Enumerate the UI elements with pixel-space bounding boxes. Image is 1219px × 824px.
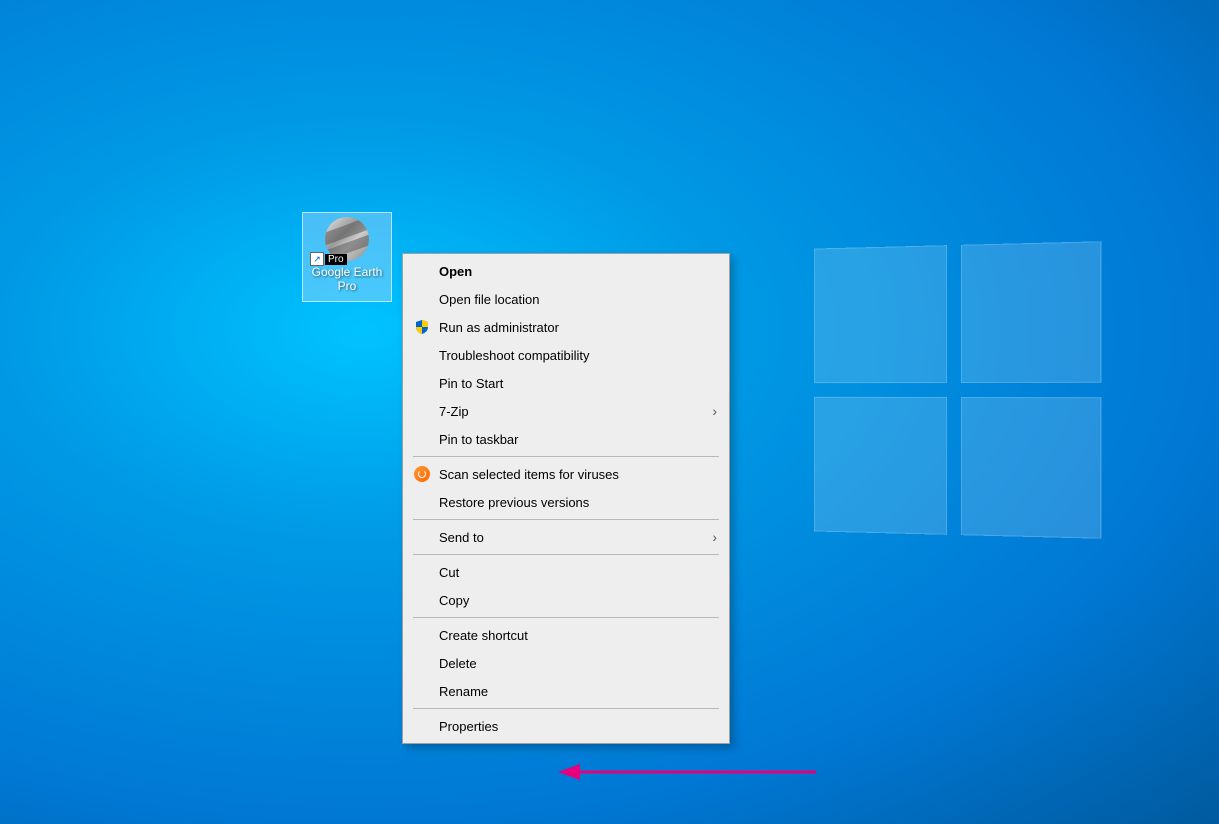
menu-item-label: Copy <box>439 593 469 608</box>
scan-icon <box>413 465 431 483</box>
context-menu: Open Open file location Run as administr… <box>402 253 730 744</box>
menu-item-pin-to-taskbar[interactable]: Pin to taskbar <box>405 425 727 453</box>
menu-item-run-as-administrator[interactable]: Run as administrator <box>405 313 727 341</box>
menu-item-label: Open <box>439 264 472 279</box>
menu-item-label: Pin to taskbar <box>439 432 519 447</box>
chevron-right-icon: › <box>712 529 717 545</box>
menu-item-label: Run as administrator <box>439 320 559 335</box>
menu-item-label: Cut <box>439 565 459 580</box>
menu-item-properties[interactable]: Properties <box>405 712 727 740</box>
menu-item-label: Open file location <box>439 292 539 307</box>
menu-item-delete[interactable]: Delete <box>405 649 727 677</box>
shortcut-arrow-icon: ↗ <box>310 252 324 266</box>
shield-icon <box>413 318 431 336</box>
menu-item-label: Rename <box>439 684 488 699</box>
menu-item-open-file-location[interactable]: Open file location <box>405 285 727 313</box>
menu-item-pin-to-start[interactable]: Pin to Start <box>405 369 727 397</box>
menu-separator <box>413 519 719 520</box>
menu-item-scan-viruses[interactable]: Scan selected items for viruses <box>405 460 727 488</box>
menu-item-label: Pin to Start <box>439 376 503 391</box>
menu-item-label: Create shortcut <box>439 628 528 643</box>
menu-item-label: Send to <box>439 530 484 545</box>
menu-item-rename[interactable]: Rename <box>405 677 727 705</box>
annotation-arrow <box>558 764 818 780</box>
menu-item-troubleshoot-compatibility[interactable]: Troubleshoot compatibility <box>405 341 727 369</box>
desktop-icon-label: Google Earth Pro <box>303 265 391 294</box>
menu-separator <box>413 708 719 709</box>
menu-item-create-shortcut[interactable]: Create shortcut <box>405 621 727 649</box>
menu-item-label: Troubleshoot compatibility <box>439 348 590 363</box>
menu-item-label: Properties <box>439 719 498 734</box>
menu-separator <box>413 456 719 457</box>
pro-badge: Pro <box>325 254 347 265</box>
menu-item-copy[interactable]: Copy <box>405 586 727 614</box>
menu-item-label: 7-Zip <box>439 404 469 419</box>
menu-item-cut[interactable]: Cut <box>405 558 727 586</box>
menu-item-send-to[interactable]: Send to › <box>405 523 727 551</box>
menu-item-label: Scan selected items for viruses <box>439 467 619 482</box>
menu-item-restore-previous-versions[interactable]: Restore previous versions <box>405 488 727 516</box>
menu-separator <box>413 554 719 555</box>
menu-item-label: Restore previous versions <box>439 495 589 510</box>
menu-separator <box>413 617 719 618</box>
menu-item-open[interactable]: Open <box>405 257 727 285</box>
menu-item-7zip[interactable]: 7-Zip › <box>405 397 727 425</box>
chevron-right-icon: › <box>712 403 717 419</box>
shortcut-badge-overlay: ↗ Pro <box>310 252 347 266</box>
menu-item-label: Delete <box>439 656 477 671</box>
windows-logo <box>814 241 1101 539</box>
